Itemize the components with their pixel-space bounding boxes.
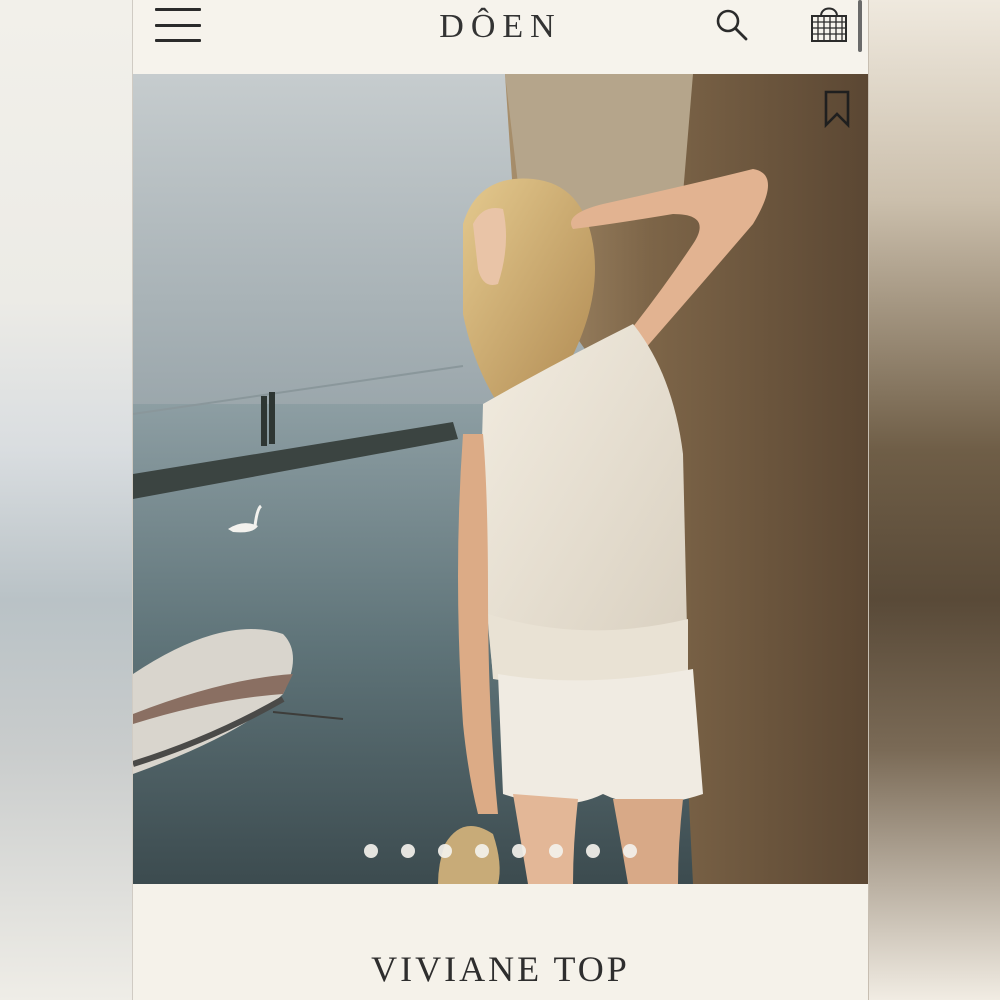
- carousel-dot[interactable]: [475, 844, 489, 858]
- scrollbar[interactable]: [858, 0, 862, 52]
- brand-logo[interactable]: DÔEN: [133, 8, 868, 46]
- bookmark-icon[interactable]: [823, 90, 851, 128]
- search-icon[interactable]: [715, 8, 749, 42]
- carousel-dot[interactable]: [438, 844, 452, 858]
- top-navigation-bar: DÔEN: [133, 0, 868, 74]
- carousel-dot[interactable]: [364, 844, 378, 858]
- carousel-dot[interactable]: [512, 844, 526, 858]
- blurred-background-left: [0, 0, 132, 1000]
- shopping-bag-icon[interactable]: [809, 2, 849, 44]
- carousel-dot[interactable]: [623, 844, 637, 858]
- blurred-background-right: [869, 0, 1000, 1000]
- carousel-pagination: [133, 844, 868, 858]
- product-photo: [133, 74, 868, 884]
- carousel-dot[interactable]: [549, 844, 563, 858]
- carousel-dot[interactable]: [586, 844, 600, 858]
- product-image-carousel[interactable]: [133, 74, 868, 884]
- product-title: VIVIANE TOP: [371, 949, 630, 989]
- phone-screen: DÔEN VIVIANE TOP: [133, 0, 868, 1000]
- carousel-dot[interactable]: [401, 844, 415, 858]
